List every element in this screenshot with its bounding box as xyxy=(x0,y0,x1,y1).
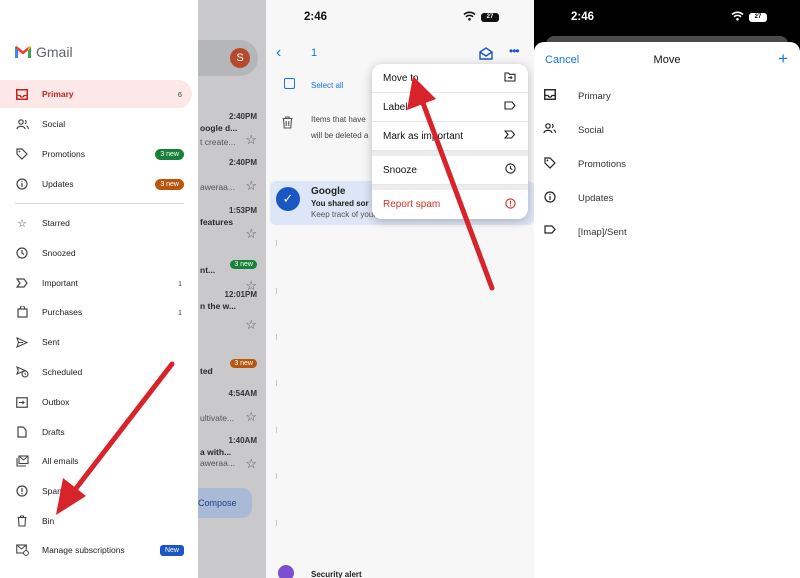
annotation-arrows xyxy=(56,76,495,515)
arrow-to-move-to xyxy=(407,76,495,291)
arrow-to-bin xyxy=(56,361,175,515)
